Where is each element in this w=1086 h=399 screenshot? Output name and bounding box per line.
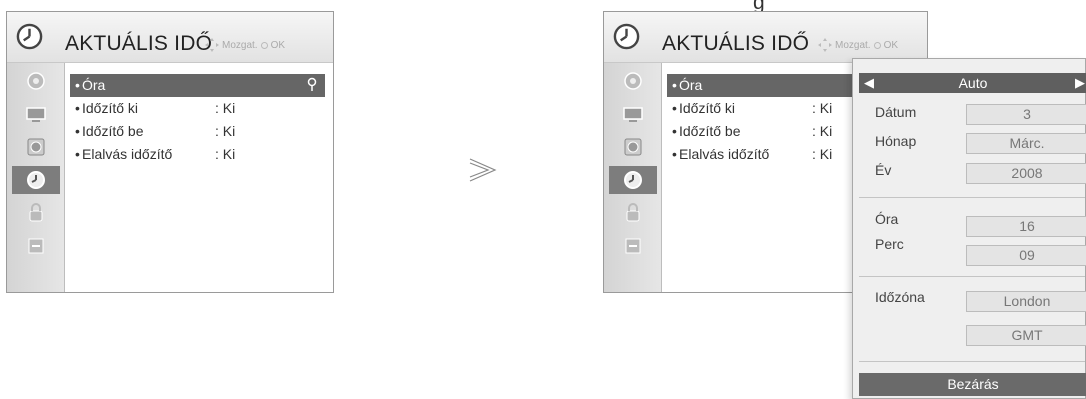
navigation-hint: Mozgat. OK (818, 38, 898, 52)
clock-icon (613, 23, 640, 50)
setup-icon (27, 72, 45, 90)
selection-pointer-icon (307, 77, 317, 91)
clock-icon (16, 23, 43, 50)
picture-icon (623, 107, 643, 122)
setup-icon (624, 72, 642, 90)
navigation-hint: Mozgat. OK (205, 38, 285, 52)
item-value: : Ki (215, 123, 236, 139)
lock-icon (29, 203, 43, 222)
sidebar-item-input[interactable] (609, 232, 657, 260)
sidebar-item-audio[interactable] (12, 133, 60, 161)
ok-button-icon (873, 41, 881, 49)
list-item-idozito-be[interactable]: • Időzítő be : Ki (70, 120, 333, 143)
sidebar-item-lock[interactable] (609, 199, 657, 227)
item-value: : Ki (812, 123, 833, 139)
minute-field[interactable]: 09 (966, 245, 1086, 266)
next-step-arrow-icon (469, 158, 497, 182)
audio-icon (624, 138, 642, 156)
sidebar-item-setup[interactable] (609, 67, 657, 95)
time-icon (27, 171, 45, 189)
year-field[interactable]: 2008 (966, 163, 1086, 184)
item-label: Elalvás időzítő (679, 146, 770, 162)
audio-icon (27, 138, 45, 156)
hour-field[interactable]: 16 (966, 216, 1086, 237)
divider (859, 197, 1085, 198)
sidebar-item-picture[interactable] (12, 100, 60, 128)
sidebar-item-time[interactable] (12, 166, 60, 194)
minute-label: Perc (875, 236, 904, 252)
input-icon (625, 238, 641, 254)
mode-selector[interactable]: ◀ Auto ▶ (859, 73, 1086, 93)
category-sidebar (604, 63, 662, 292)
sidebar-item-input[interactable] (12, 232, 60, 260)
menu-title: AKTUÁLIS IDŐ (662, 32, 810, 55)
move-hint-label: Mozgat. (835, 39, 871, 51)
timezone-label: Időzóna (875, 289, 925, 305)
menu-header: AKTUÁLIS IDŐ Mozgat. OK (604, 12, 927, 63)
move-hint-label: Mozgat. (222, 39, 258, 51)
category-sidebar (7, 63, 65, 292)
item-label: Elalvás időzítő (82, 146, 173, 162)
month-label: Hónap (875, 133, 917, 149)
sidebar-item-lock[interactable] (12, 199, 60, 227)
item-value: : Ki (215, 100, 236, 116)
sidebar-item-audio[interactable] (609, 133, 657, 161)
item-value: : Ki (812, 100, 833, 116)
list-item-ora[interactable]: • Óra (70, 74, 325, 97)
clock-settings-popup: ◀ Auto ▶ Dátum 3 Hónap Márc. Év 2008 Óra… (852, 58, 1086, 399)
menu-list: • Óra • Időzítő ki : Ki • Időzítő be : K… (70, 74, 333, 166)
month-field[interactable]: Márc. (966, 133, 1086, 154)
item-label: Időzítő be (82, 123, 144, 139)
year-label: Év (875, 162, 892, 178)
close-button[interactable]: Bezárás (859, 373, 1086, 396)
date-label: Dátum (875, 104, 917, 120)
item-label: Időzítő ki (82, 100, 139, 116)
item-label: Időzítő be (679, 123, 741, 139)
ok-hint-label: OK (883, 39, 899, 51)
timezone-offset-field[interactable]: GMT (966, 325, 1086, 346)
input-icon (28, 238, 44, 254)
list-item-ora[interactable]: • Óra (667, 74, 857, 97)
time-icon (624, 171, 642, 189)
list-item-idozito-ki[interactable]: • Időzítő ki : Ki (70, 97, 333, 120)
divider (859, 276, 1085, 277)
picture-icon (26, 107, 46, 122)
date-field[interactable]: 3 (966, 104, 1086, 125)
sidebar-item-setup[interactable] (12, 67, 60, 95)
right-arrow-icon[interactable]: ▶ (1075, 75, 1085, 91)
item-value: : Ki (215, 146, 236, 162)
ok-button-icon (260, 41, 268, 49)
lock-icon (626, 203, 640, 222)
mode-value: Auto (958, 75, 988, 91)
hour-label: Óra (875, 211, 899, 227)
move-arrows-icon (818, 38, 832, 52)
item-label: Óra (82, 77, 106, 93)
timezone-field[interactable]: London (966, 291, 1086, 312)
divider (859, 361, 1085, 362)
item-label: Óra (679, 77, 703, 93)
time-menu-before: AKTUÁLIS IDŐ Mozgat. OK • Óra • Időzítő … (6, 11, 334, 293)
item-label: Időzítő ki (679, 100, 736, 116)
sidebar-item-time[interactable] (609, 166, 657, 194)
sidebar-item-picture[interactable] (609, 100, 657, 128)
item-value: : Ki (812, 146, 833, 162)
move-arrows-icon (205, 38, 219, 52)
list-item-elalvas-idozito[interactable]: • Elalvás időzítő : Ki (70, 143, 333, 166)
menu-title: AKTUÁLIS IDŐ (65, 32, 213, 55)
menu-header: AKTUÁLIS IDŐ Mozgat. OK (7, 12, 333, 63)
ok-hint-label: OK (270, 39, 286, 51)
